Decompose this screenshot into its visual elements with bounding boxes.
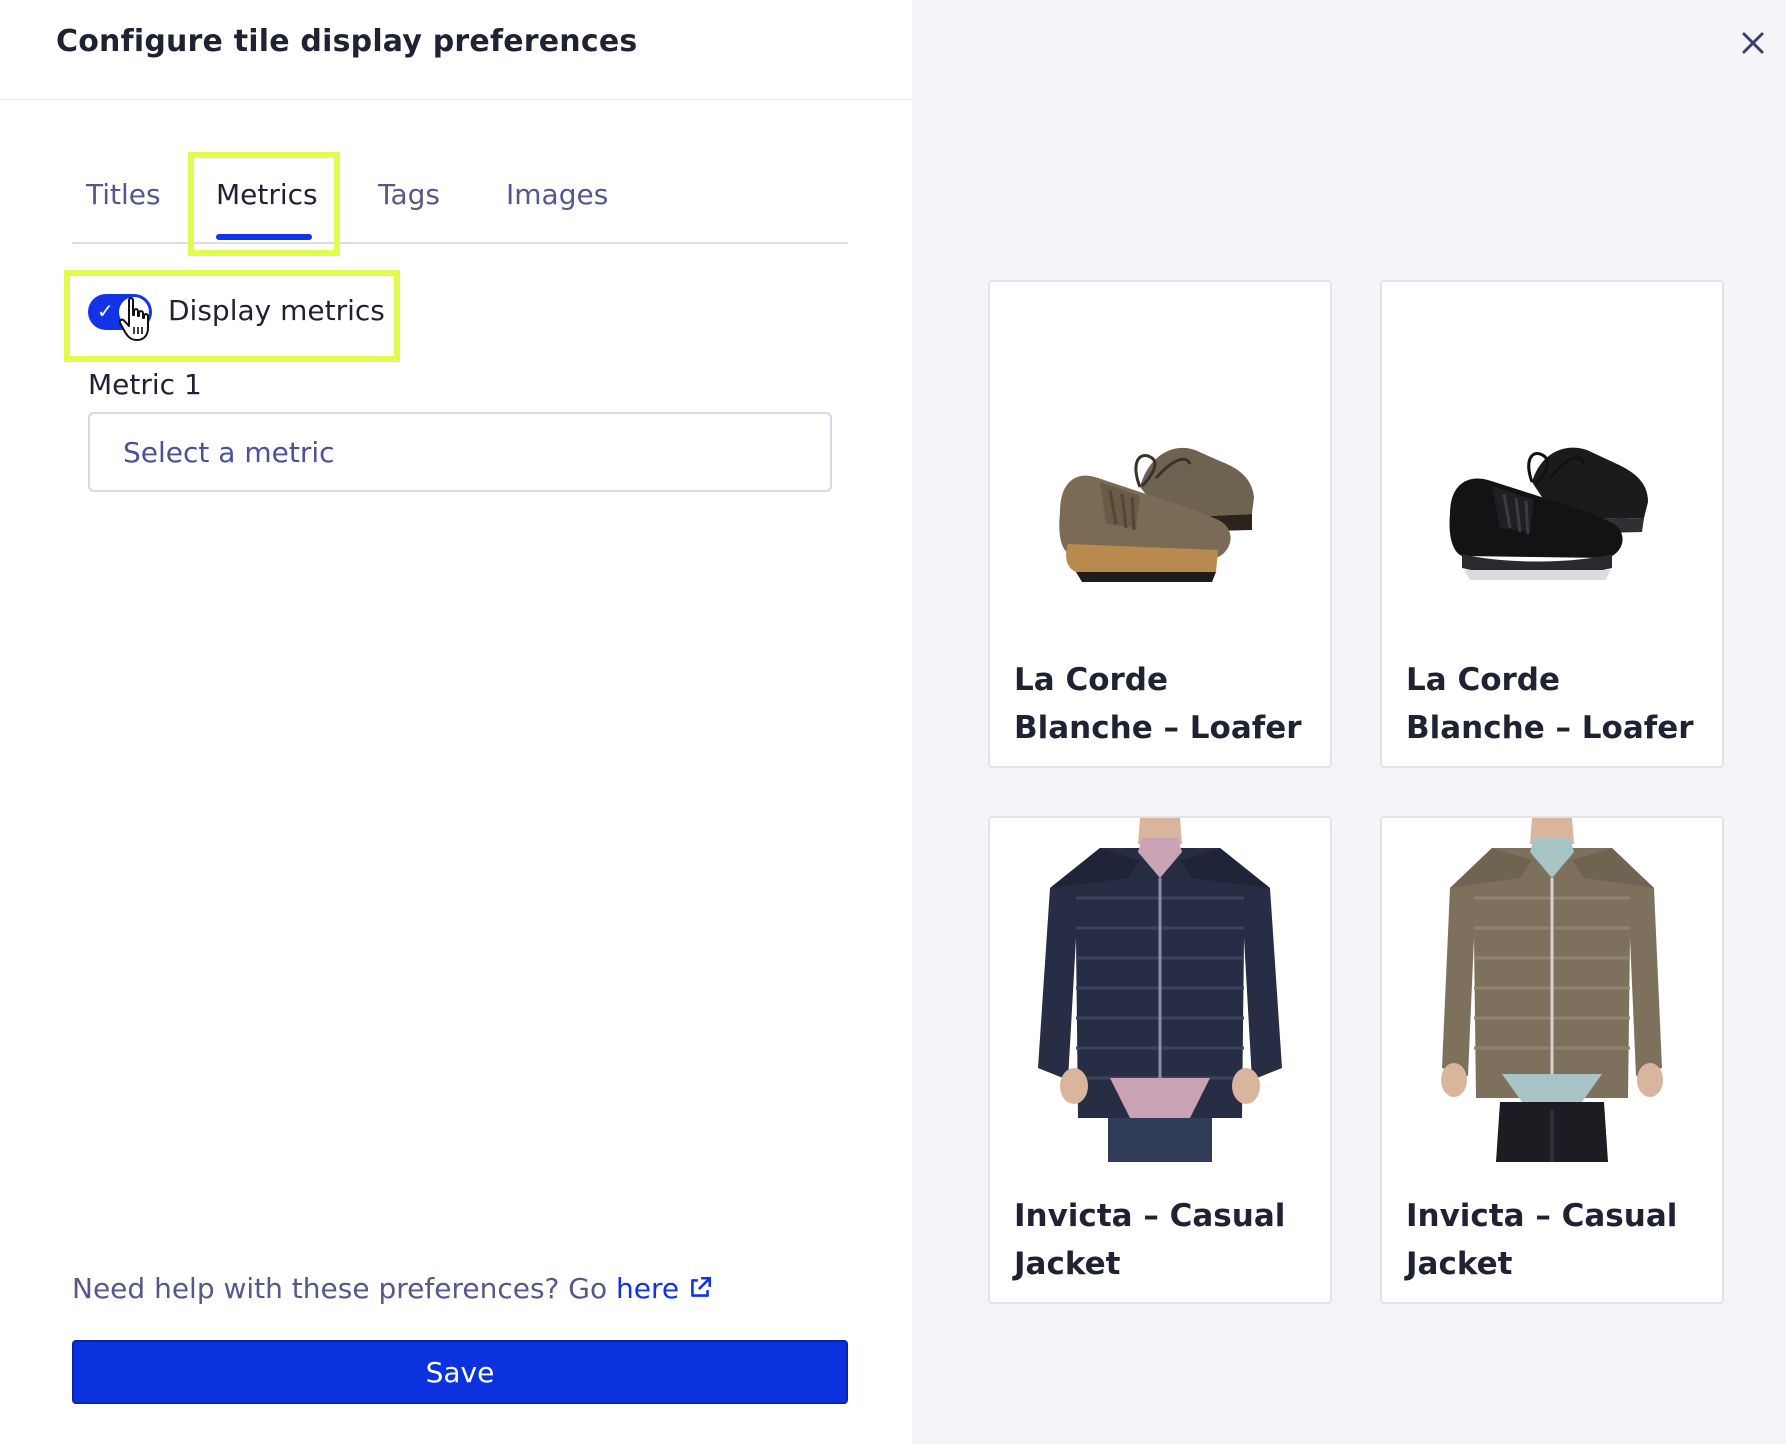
panel-header: Configure tile display preferences: [0, 0, 912, 100]
black-loafer-image: [1382, 282, 1722, 626]
tab-images[interactable]: Images: [506, 178, 608, 211]
olive-jacket-image: [1382, 818, 1722, 1162]
hand-pointer-icon: [118, 297, 149, 341]
navy-jacket-image: [990, 818, 1330, 1162]
config-panel: Configure tile display preferences Title…: [0, 0, 912, 1444]
page-title: Configure tile display preferences: [56, 24, 638, 59]
tab-tags[interactable]: Tags: [378, 178, 440, 211]
preview-tile[interactable]: Invicta – Casual Jacket: [1380, 816, 1724, 1304]
metric-1-label: Metric 1: [88, 368, 202, 401]
preview-tile[interactable]: La Corde Blanche – Loafer: [988, 280, 1332, 768]
save-button[interactable]: Save: [72, 1340, 848, 1404]
tile-title: La Corde Blanche – Loafer: [1406, 662, 1694, 746]
metric-1-placeholder: Select a metric: [123, 436, 335, 469]
help-text-prefix: Need help with these preferences? Go: [72, 1272, 617, 1305]
tab-titles[interactable]: Titles: [86, 178, 161, 211]
display-metrics-label: Display metrics: [168, 294, 385, 327]
help-link-label: here: [616, 1272, 680, 1305]
tile-title: La Corde Blanche – Loafer: [1014, 662, 1302, 746]
tile-title: Invicta – Casual Jacket: [1406, 1198, 1678, 1282]
brown-loafer-image: [990, 282, 1330, 626]
preview-tile[interactable]: La Corde Blanche – Loafer: [1380, 280, 1724, 768]
tile-title: Invicta – Casual Jacket: [1014, 1198, 1286, 1282]
close-icon[interactable]: [1736, 26, 1770, 60]
metric-1-select[interactable]: Select a metric: [88, 412, 832, 492]
external-link-icon: [691, 1276, 712, 1297]
help-link[interactable]: here: [616, 1272, 713, 1305]
help-text: Need help with these preferences? Go her…: [72, 1272, 713, 1305]
preview-tile[interactable]: Invicta – Casual Jacket: [988, 816, 1332, 1304]
tab-highlight-box: [188, 152, 340, 256]
check-icon: ✓: [97, 299, 114, 323]
